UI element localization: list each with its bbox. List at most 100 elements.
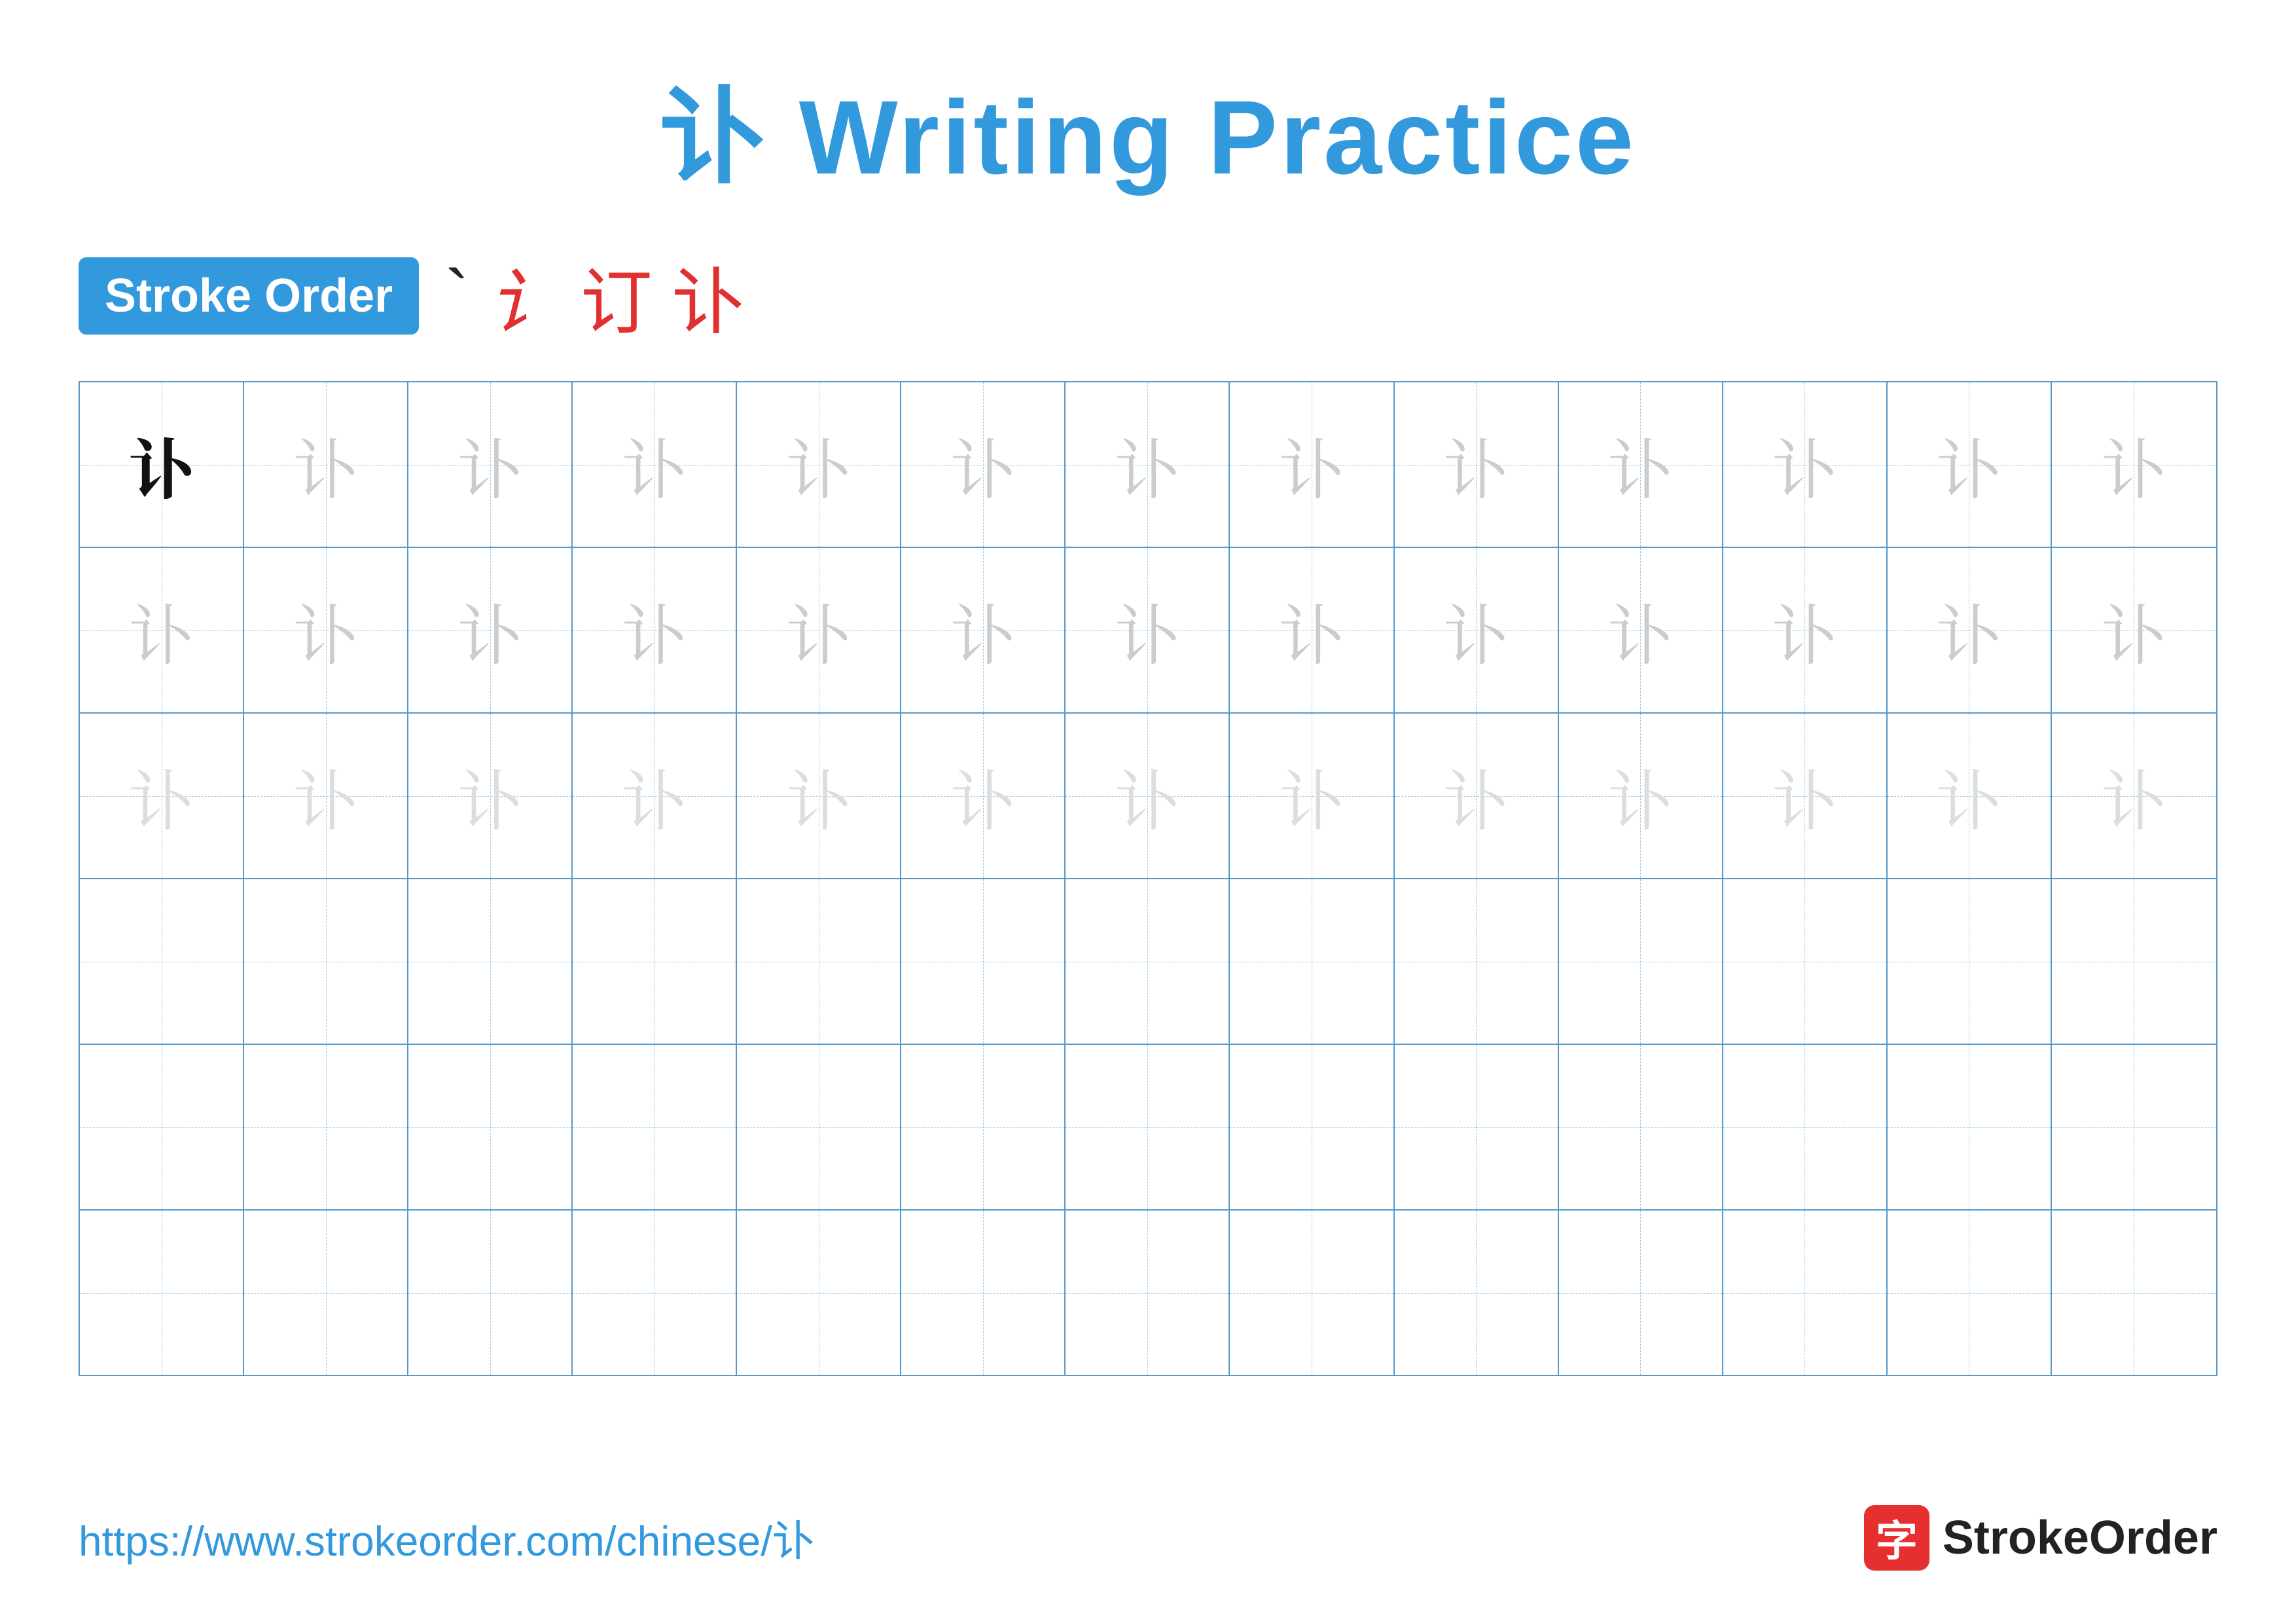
grid-cell: 讣 [408,548,573,712]
grid-cell-empty[interactable] [573,1211,737,1375]
grid-cell: 讣 [1395,548,1559,712]
grid-cell-empty[interactable] [1888,1211,2052,1375]
grid-cell-empty[interactable] [1723,1045,1888,1209]
grid-cell: 讣 [2052,382,2216,547]
grid-cell: 讣 [573,548,737,712]
grid-cell: 讣 [244,382,408,547]
grid-cell-empty[interactable] [1395,1211,1559,1375]
grid-row-6 [80,1211,2216,1375]
grid-cell-empty[interactable] [2052,1045,2216,1209]
grid-cell: 讣 [80,714,244,878]
grid-cell-empty[interactable] [1066,879,1230,1044]
grid-cell-empty[interactable] [1230,879,1394,1044]
grid-cell-empty[interactable] [408,1211,573,1375]
brand-icon: 字 [1864,1505,1929,1571]
grid-cell: 讣 [901,714,1066,878]
stroke-char-radical: 讠 [489,244,561,348]
grid-cell-empty[interactable] [1230,1211,1394,1375]
grid-cell: 讣 [901,382,1066,547]
grid-cell: 讣 [737,714,901,878]
grid-cell: 讣 [737,382,901,547]
grid-cell: 讣 [901,548,1066,712]
grid-row-3: 讣 讣 讣 讣 讣 讣 讣 讣 讣 讣 讣 讣 讣 [80,714,2216,879]
grid-cell: 讣 [1230,714,1394,878]
grid-row-1: 讣 讣 讣 讣 讣 讣 讣 讣 讣 讣 讣 讣 讣 [80,382,2216,548]
grid-cell-empty[interactable] [80,1045,244,1209]
grid-cell-empty[interactable] [244,1045,408,1209]
grid-cell-empty[interactable] [244,1211,408,1375]
grid-cell-empty[interactable] [1888,879,2052,1044]
stroke-char-partial: 订 [581,244,653,348]
grid-cell: 讣 [80,548,244,712]
grid-cell: 讣 [1888,548,2052,712]
grid-row-5 [80,1045,2216,1211]
stroke-char-dot: ` [445,255,469,338]
grid-row-4 [80,879,2216,1045]
grid-cell: 讣 [1888,714,2052,878]
grid-cell: 讣 [1888,382,2052,547]
grid-cell-empty[interactable] [737,879,901,1044]
grid-cell: 讣 [1230,382,1394,547]
grid-cell-empty[interactable] [737,1045,901,1209]
grid-cell-empty[interactable] [1066,1211,1230,1375]
title-area: 讣 Writing Practice [79,52,2217,204]
grid-cell: 讣 [1066,382,1230,547]
grid-cell: 讣 [1066,714,1230,878]
grid-cell: 讣 [244,548,408,712]
grid-cell-empty[interactable] [901,1211,1066,1375]
grid-cell-empty[interactable] [1066,1045,1230,1209]
grid-cell-empty[interactable] [1723,879,1888,1044]
grid-cell-empty[interactable] [1559,1211,1723,1375]
stroke-char-full: 讣 [672,244,744,348]
grid-cell: 讣 [1230,548,1394,712]
grid-cell: 讣 [408,714,573,878]
grid-cell: 讣 [1559,382,1723,547]
grid-cell: 讣 [80,382,244,547]
grid-cell-empty[interactable] [901,879,1066,1044]
grid-cell-empty[interactable] [244,879,408,1044]
grid-cell-empty[interactable] [573,879,737,1044]
footer-url[interactable]: https://www.strokeorder.com/chinese/讣 [79,1508,814,1568]
grid-cell: 讣 [1395,714,1559,878]
grid-cell-empty[interactable] [408,1045,573,1209]
grid-cell: 讣 [2052,714,2216,878]
grid-cell: 讣 [1723,548,1888,712]
stroke-order-badge: Stroke Order [79,257,419,335]
grid-cell-empty[interactable] [1559,879,1723,1044]
grid-cell-empty[interactable] [1888,1045,2052,1209]
grid-cell-empty[interactable] [1230,1045,1394,1209]
stroke-order-section: Stroke Order ` 讠 订 讣 [79,244,2217,348]
grid-cell-empty[interactable] [1395,1045,1559,1209]
grid-cell-empty[interactable] [408,879,573,1044]
page-title: 讣 Writing Practice [660,79,1636,196]
grid-cell-empty[interactable] [901,1045,1066,1209]
practice-grid: 讣 讣 讣 讣 讣 讣 讣 讣 讣 讣 讣 讣 讣 讣 讣 讣 讣 讣 讣 讣 … [79,381,2217,1376]
grid-cell: 讣 [1723,382,1888,547]
grid-cell: 讣 [737,548,901,712]
page: 讣 Writing Practice Stroke Order ` 讠 订 讣 … [0,0,2296,1623]
grid-cell-empty[interactable] [80,1211,244,1375]
grid-cell: 讣 [573,714,737,878]
grid-cell-empty[interactable] [737,1211,901,1375]
grid-cell: 讣 [2052,548,2216,712]
grid-cell: 讣 [1066,548,1230,712]
grid-cell-empty[interactable] [1395,879,1559,1044]
grid-cell-empty[interactable] [80,879,244,1044]
grid-cell: 讣 [1395,382,1559,547]
grid-cell-empty[interactable] [2052,1211,2216,1375]
grid-cell-empty[interactable] [1559,1045,1723,1209]
grid-cell: 讣 [244,714,408,878]
grid-cell: 讣 [1559,548,1723,712]
brand-name: StrokeOrder [1943,1511,2217,1565]
footer: https://www.strokeorder.com/chinese/讣 字 … [79,1505,2217,1571]
grid-cell: 讣 [408,382,573,547]
grid-cell-empty[interactable] [2052,879,2216,1044]
grid-row-2: 讣 讣 讣 讣 讣 讣 讣 讣 讣 讣 讣 讣 讣 [80,548,2216,714]
grid-cell: 讣 [1723,714,1888,878]
grid-cell-empty[interactable] [573,1045,737,1209]
grid-cell: 讣 [573,382,737,547]
grid-cell: 讣 [1559,714,1723,878]
grid-cell-empty[interactable] [1723,1211,1888,1375]
brand-logo: 字 StrokeOrder [1864,1505,2217,1571]
stroke-chars: ` 讠 订 讣 [445,244,744,348]
